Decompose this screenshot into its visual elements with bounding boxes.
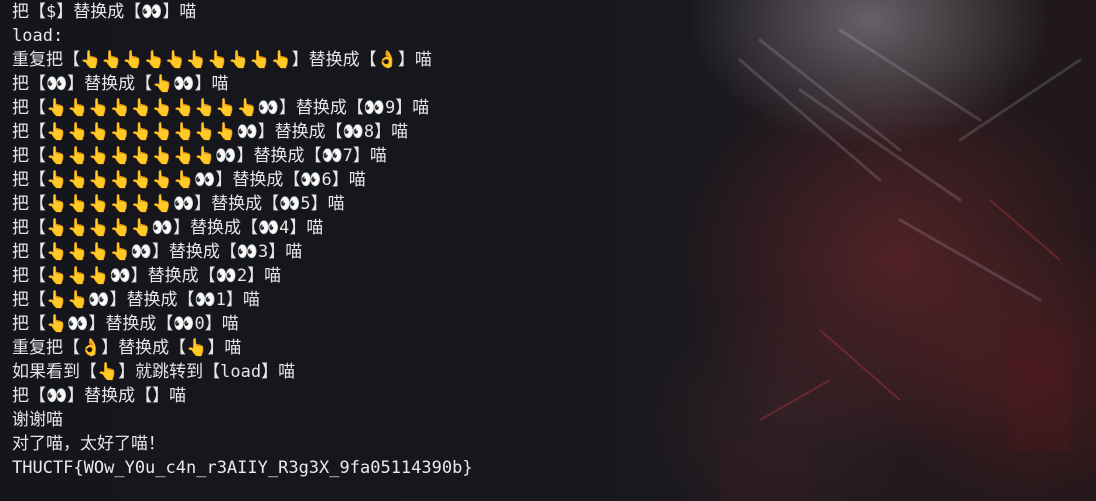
output-line: 如果看到【👆】就跳转到【load】喵 [12, 362, 296, 382]
output-line: 把【👆👆👆👀】替换成【👀2】喵 [12, 266, 282, 286]
output-line: 把【👆👆👆👆👆👆👆👀】替换成【👀6】喵 [12, 170, 366, 190]
output-line: 把【👀】替换成【】喵 [12, 386, 187, 406]
output-line: 把【👀】替换成【👆👀】喵 [12, 74, 229, 94]
output-line: 把【👆👀】替换成【👀0】喵 [12, 314, 239, 334]
output-line: 把【👆👆👆👆👆👆👆👆👆👆👀】替换成【👀9】喵 [12, 98, 430, 118]
output-line: 重复把【👆👆👆👆👆👆👆👆👆👆】替换成【👌】喵 [12, 50, 432, 70]
terminal-window[interactable]: 把【$】替换成【👀】喵 load: 重复把【👆👆👆👆👆👆👆👆👆👆】替换成【👌】喵… [0, 0, 1096, 501]
output-line: 把【👆👆👆👆👀】替换成【👀3】喵 [12, 242, 303, 262]
output-line: 把【👆👆👀】替换成【👀1】喵 [12, 290, 260, 310]
output-line: 谢谢喵 [12, 410, 63, 430]
output-line: 把【👆👆👆👆👆👆👆👆👀】替换成【👀7】喵 [12, 146, 387, 166]
terminal-output: 把【$】替换成【👀】喵 load: 重复把【👆👆👆👆👆👆👆👆👆👆】替换成【👌】喵… [12, 0, 473, 480]
output-line: 把【$】替换成【👀】喵 [12, 2, 197, 22]
output-line: 把【👆👆👆👆👆👆👀】替换成【👀5】喵 [12, 194, 345, 214]
output-line: 重复把【👌】替换成【👆】喵 [12, 338, 242, 358]
flag-output-line: THUCTF{WOw_Y0u_c4n_r3AIIY_R3g3X_9fa05114… [12, 458, 473, 478]
output-line: 把【👆👆👆👆👆👆👆👆👆👀】替换成【👀8】喵 [12, 122, 409, 142]
output-line: load: [12, 26, 64, 46]
output-line: 对了喵，太好了喵！ [12, 434, 165, 454]
output-line: 把【👆👆👆👆👆👀】替换成【👀4】喵 [12, 218, 324, 238]
